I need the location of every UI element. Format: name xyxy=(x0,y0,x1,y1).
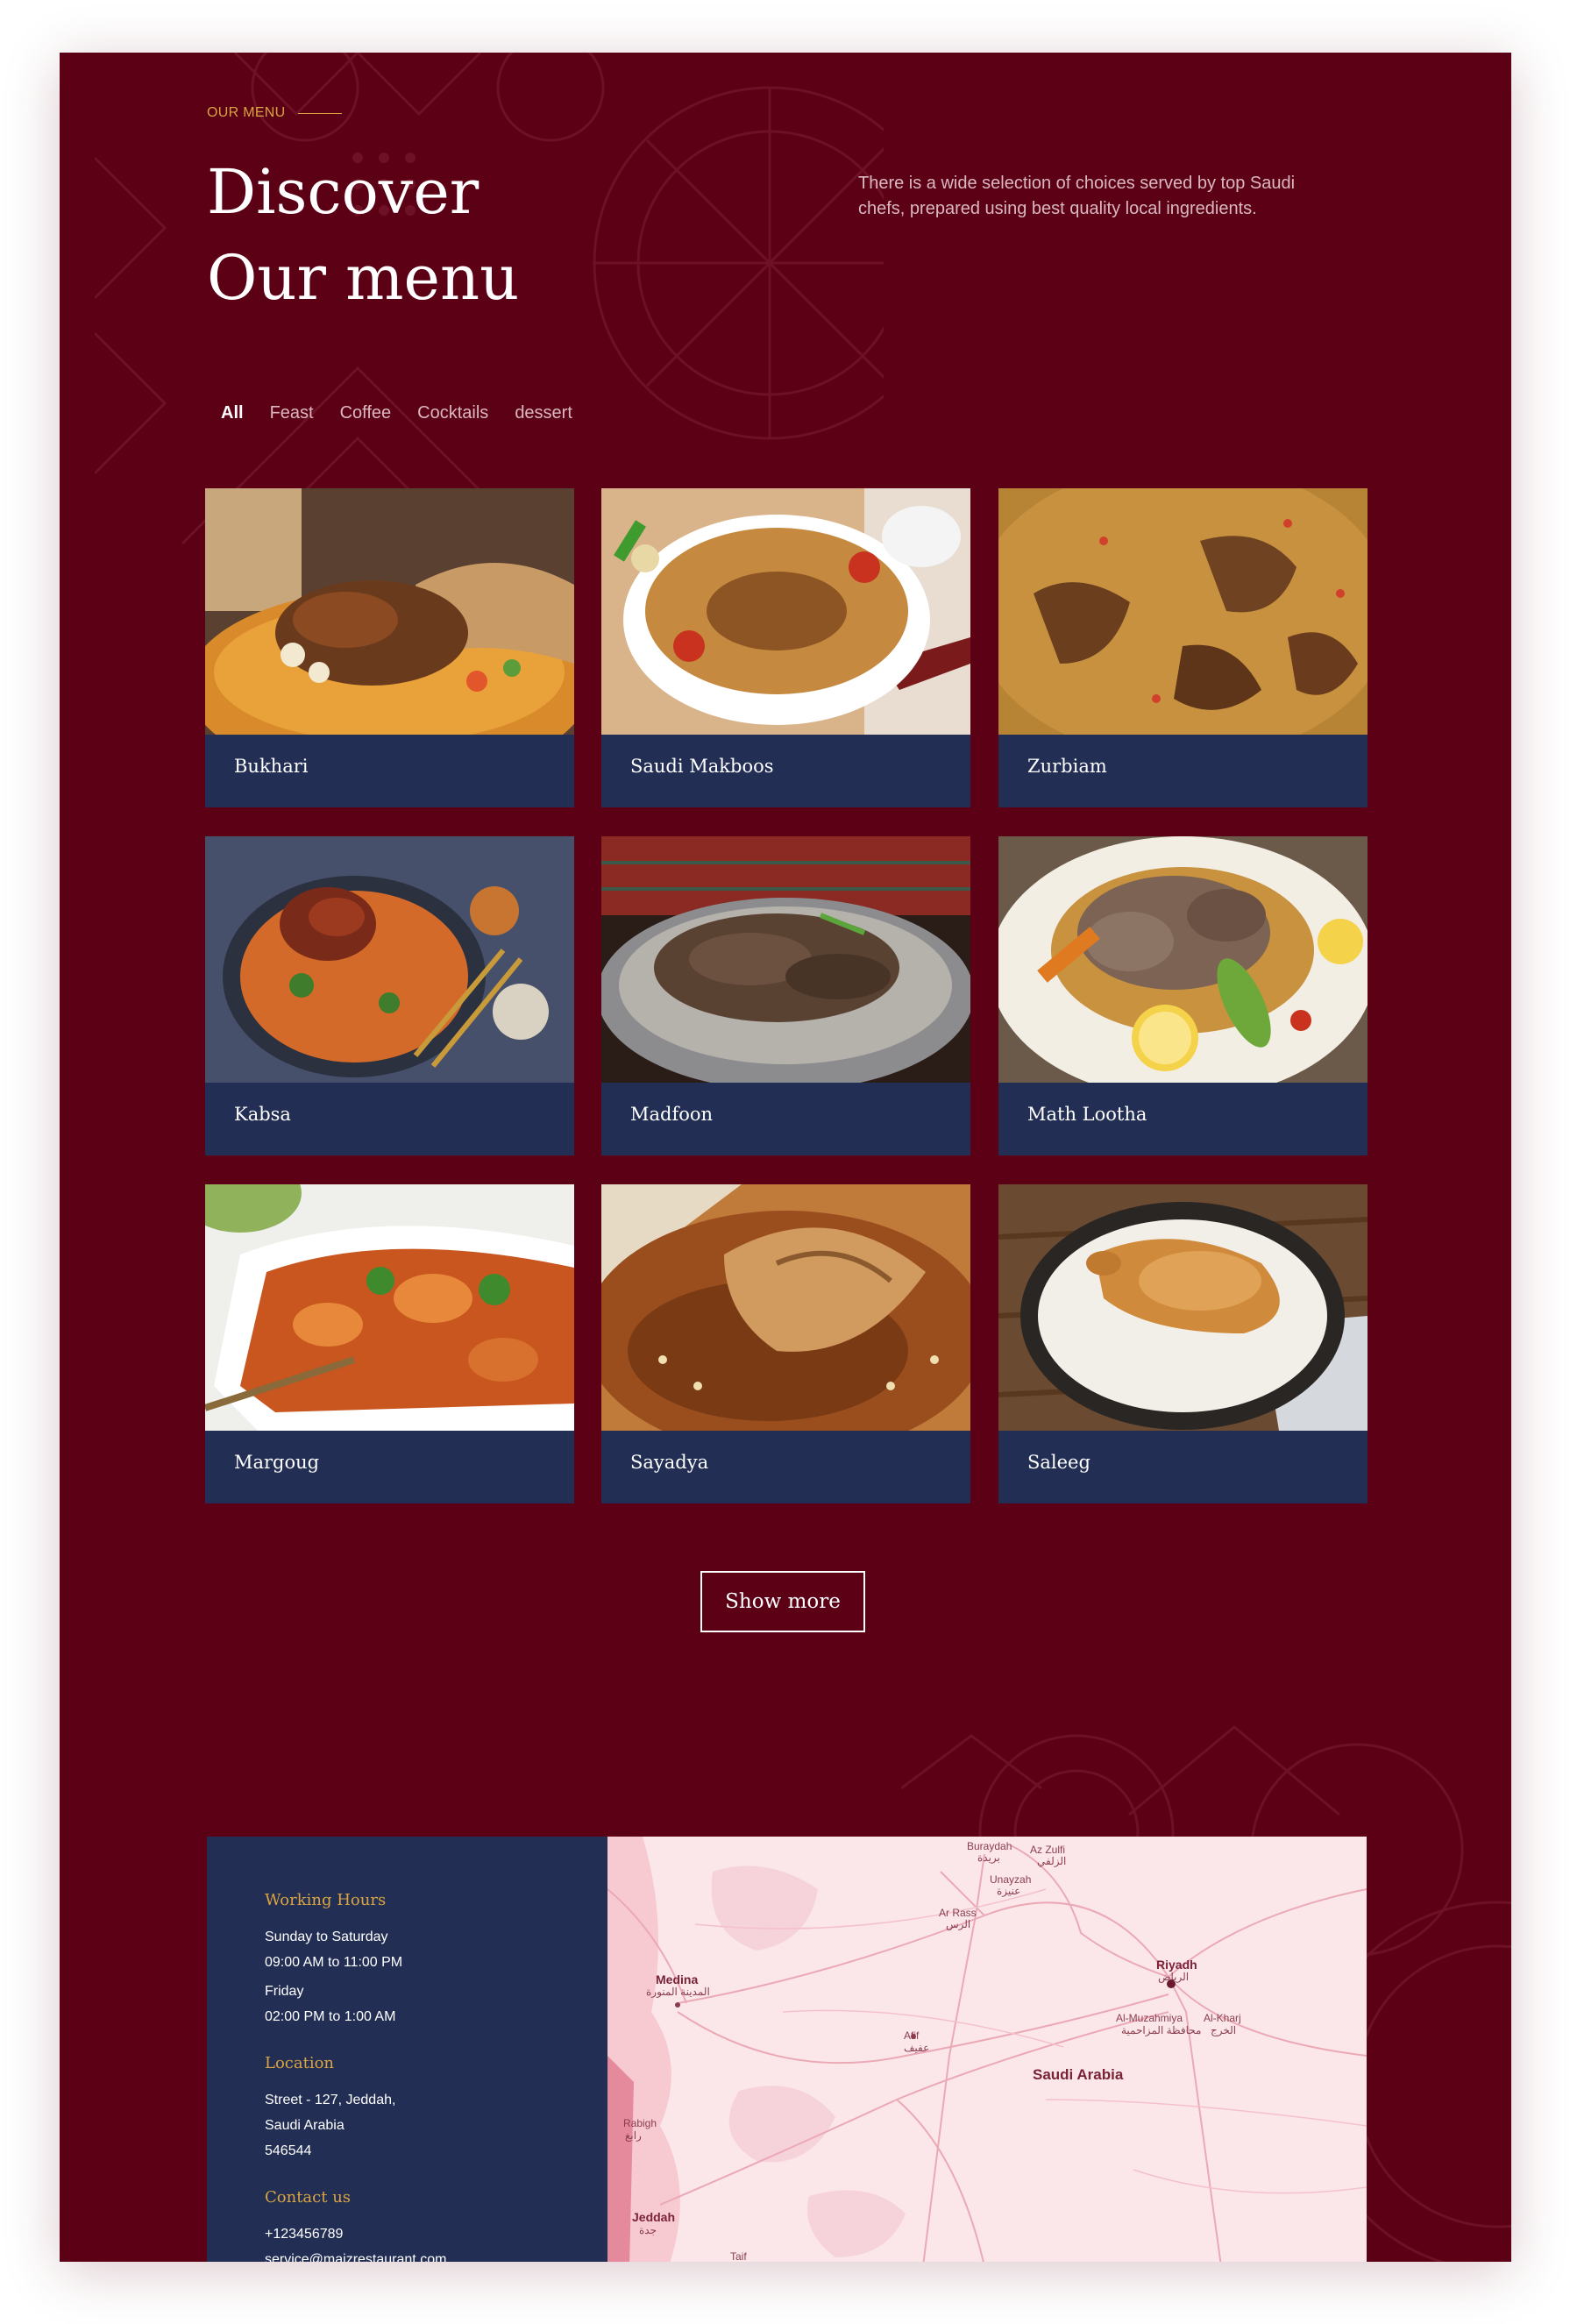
contact-email[interactable]: service@maizrestaurant.com xyxy=(265,2247,607,2262)
dish-card-madfoon[interactable]: Madfoon xyxy=(601,836,970,1155)
tab-feast[interactable]: Feast xyxy=(270,403,314,423)
friday-day: Friday xyxy=(265,1984,304,1999)
page-title-line-2: Our menu xyxy=(207,242,520,314)
friday-hours: 02:00 PM to 1:00 AM xyxy=(265,2009,396,2024)
dish-card-bukhari[interactable]: Bukhari xyxy=(205,488,574,807)
dish-card-kabsa[interactable]: Kabsa xyxy=(205,836,574,1155)
dish-name: Math Lootha xyxy=(1027,1104,1147,1125)
map-label-al-kharj-ar: الخرج xyxy=(1211,2024,1237,2036)
map-label-afif: Afif xyxy=(904,2029,920,2042)
map-terrain xyxy=(607,1837,1367,2262)
dish-name: Saleeg xyxy=(1027,1452,1090,1473)
tab-dessert[interactable]: dessert xyxy=(515,403,572,423)
map-label-rabigh-ar: رابغ xyxy=(625,2129,642,2142)
map-label-medina-ar: المدينة المنورة xyxy=(646,1986,710,1998)
address-line-2: Saudi Arabia xyxy=(265,2118,345,2133)
dish-name: Kabsa xyxy=(234,1104,291,1125)
tab-cocktails[interactable]: Cocktails xyxy=(417,403,488,423)
dish-card-margoug[interactable]: Margoug xyxy=(205,1184,574,1503)
contact-heading: Contact us xyxy=(265,2188,352,2207)
map-label-al-muzahmiya: Al-Muzahmiya xyxy=(1116,2012,1183,2024)
dish-photo-madfoon xyxy=(601,836,970,1083)
tab-all[interactable]: All xyxy=(221,403,244,423)
menu-page: OUR MENU Discover Our menu There is a wi… xyxy=(60,53,1511,2262)
dish-name: Saudi Makboos xyxy=(630,756,774,777)
page-title: Discover Our menu xyxy=(207,149,519,321)
dish-photo-sayadya xyxy=(601,1184,970,1431)
tab-coffee[interactable]: Coffee xyxy=(340,403,392,423)
map-label-country: Saudi Arabia xyxy=(1033,2066,1124,2083)
dish-name: Bukhari xyxy=(234,756,309,777)
weekday-hours: 09:00 AM to 11:00 PM xyxy=(265,1955,403,1970)
location-heading: Location xyxy=(265,2054,335,2072)
dish-card-sayadya[interactable]: Sayadya xyxy=(601,1184,970,1503)
map-label-buraydah: Buraydah xyxy=(967,1840,1012,1852)
working-hours-heading: Working Hours xyxy=(265,1891,387,1909)
address-line-1: Street - 127, Jeddah, xyxy=(265,2093,396,2107)
restaurant-info-panel: Working Hours Sunday to Saturday 09:00 A… xyxy=(207,1837,607,2262)
map-label-rabigh: Rabigh xyxy=(623,2117,657,2129)
dish-photo-kabsa xyxy=(205,836,574,1083)
map-label-jeddah-ar: جدة xyxy=(639,2224,657,2236)
dish-card-saleeg[interactable]: Saleeg xyxy=(998,1184,1368,1503)
dish-name: Zurbiam xyxy=(1027,756,1107,777)
map-label-afif-ar: عفيف xyxy=(904,2042,930,2054)
location-block: Location Street - 127, Jeddah, Saudi Ara… xyxy=(265,2054,607,2164)
address-line-3: 546544 xyxy=(265,2143,312,2158)
show-more-button[interactable]: Show more xyxy=(700,1571,865,1632)
map-label-az-zulfi: Az Zulfi xyxy=(1030,1844,1066,1856)
map-label-jeddah: Jeddah xyxy=(632,2210,676,2224)
map-label-medina: Medina xyxy=(656,1972,699,1986)
menu-intro-text: There is a wide selection of choices ser… xyxy=(858,174,1296,218)
contact-block: Contact us +123456789 service@maizrestau… xyxy=(265,2188,607,2262)
dish-photo-saleeg xyxy=(998,1184,1368,1431)
map-label-ar-rass-ar: الرس xyxy=(946,1918,971,1930)
map-label-taif: Taif xyxy=(730,2250,747,2262)
dish-photo-margoug xyxy=(205,1184,574,1431)
map-label-al-muzahmiya-ar: محافظة المزاحمية xyxy=(1121,2024,1202,2036)
dish-name: Margoug xyxy=(234,1452,320,1473)
page-title-line-1: Discover xyxy=(207,156,480,228)
dish-name: Madfoon xyxy=(630,1104,714,1125)
map-label-unayzah-ar: عنيزة xyxy=(997,1885,1021,1897)
dish-photo-saudi-makboos xyxy=(601,488,970,735)
menu-category-tabs: All Feast Coffee Cocktails dessert xyxy=(221,403,572,423)
map-label-al-kharj: Al-Kharj xyxy=(1204,2012,1241,2024)
map-label-az-zulfi-ar: الزلفي xyxy=(1037,1855,1067,1867)
location-map[interactable]: Buraydah بريدة Az Zulfi الزلفي Unayzah ع… xyxy=(607,1837,1367,2262)
weekday-days: Sunday to Saturday xyxy=(265,1930,388,1944)
dish-photo-zurbiam xyxy=(998,488,1368,735)
map-label-riyadh: Riyadh xyxy=(1156,1958,1197,1972)
dish-card-math-lootha[interactable]: Math Lootha xyxy=(998,836,1368,1155)
dish-card-saudi-makboos[interactable]: Saudi Makboos xyxy=(601,488,970,807)
map-label-buraydah-ar: بريدة xyxy=(977,1851,1000,1864)
dish-card-zurbiam[interactable]: Zurbiam xyxy=(998,488,1368,807)
map-label-ar-rass: Ar Rass xyxy=(939,1907,977,1919)
section-eyebrow: OUR MENU xyxy=(207,105,342,121)
working-hours-block: Working Hours Sunday to Saturday 09:00 A… xyxy=(265,1891,607,2029)
dish-name: Sayadya xyxy=(630,1452,709,1473)
map-label-unayzah: Unayzah xyxy=(990,1873,1032,1886)
dish-photo-bukhari xyxy=(205,488,574,735)
contact-phone[interactable]: +123456789 xyxy=(265,2221,607,2247)
eyebrow-rule xyxy=(297,112,342,114)
eyebrow-label: OUR MENU xyxy=(207,105,286,120)
map-label-riyadh-ar: الرياض xyxy=(1158,1971,1190,1983)
dish-photo-math-lootha xyxy=(998,836,1368,1083)
